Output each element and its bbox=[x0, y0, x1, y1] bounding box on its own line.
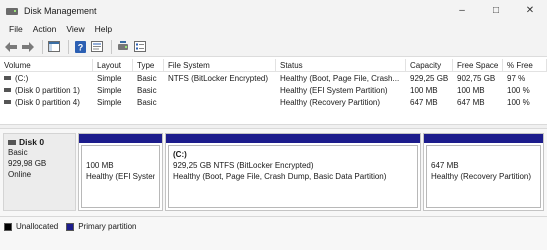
toolbar-separator bbox=[42, 39, 43, 54]
disk-icon bbox=[8, 139, 16, 145]
cell-capacity: 647 MB bbox=[410, 97, 438, 107]
legend-primary: Primary partition bbox=[66, 222, 137, 231]
legend: Unallocated Primary partition bbox=[0, 216, 547, 250]
menu-action[interactable]: Action bbox=[28, 24, 62, 34]
partition-size: 647 MB bbox=[431, 161, 459, 170]
column-header-free-space[interactable]: Free Space bbox=[453, 59, 503, 71]
cell-capacity: 100 MB bbox=[410, 85, 438, 95]
cell-free-space: 100 MB bbox=[457, 85, 485, 95]
legend-primary-label: Primary partition bbox=[78, 222, 137, 231]
table-row[interactable]: (Disk 0 partition 4) Simple Basic Health… bbox=[0, 96, 547, 108]
partition-size: 100 MB bbox=[86, 161, 114, 170]
minimize-button[interactable]: – bbox=[445, 0, 479, 21]
column-header-capacity[interactable]: Capacity bbox=[406, 59, 453, 71]
maximize-button[interactable]: □ bbox=[479, 0, 513, 21]
rescan-disks-icon[interactable] bbox=[116, 40, 130, 54]
cell-type: Basic bbox=[137, 73, 157, 83]
column-header-type[interactable]: Type bbox=[133, 59, 164, 71]
title-bar: Disk Management – □ ✕ bbox=[0, 0, 547, 21]
forward-icon[interactable] bbox=[21, 40, 35, 54]
partition-efi[interactable]: 100 MB Healthy (EFI System bbox=[78, 133, 163, 211]
partition-status: Healthy (EFI System bbox=[86, 172, 155, 181]
cell-percent-free: 100 % bbox=[507, 97, 530, 107]
cell-file-system: NTFS (BitLocker Encrypted) bbox=[168, 73, 269, 83]
partition-bar bbox=[424, 134, 543, 143]
partition-c[interactable]: (C:) 929,25 GB NTFS (BitLocker Encrypted… bbox=[165, 133, 421, 211]
menu-help[interactable]: Help bbox=[90, 24, 117, 34]
primary-partition-swatch bbox=[66, 222, 75, 231]
table-row[interactable]: (C:) Simple Basic NTFS (BitLocker Encryp… bbox=[0, 72, 547, 84]
table-row[interactable]: (Disk 0 partition 1) Simple Basic Health… bbox=[0, 84, 547, 96]
menu-view[interactable]: View bbox=[61, 24, 89, 34]
cell-file-system bbox=[164, 96, 276, 108]
column-header-layout[interactable]: Layout bbox=[93, 59, 133, 71]
close-button[interactable]: ✕ bbox=[513, 0, 547, 21]
disk-management-icon bbox=[6, 5, 18, 17]
toolbar-separator bbox=[68, 39, 69, 54]
column-header-volume[interactable]: Volume bbox=[0, 59, 93, 71]
cell-layout: Simple bbox=[97, 73, 122, 83]
volume-icon bbox=[4, 100, 11, 104]
cell-type: Basic bbox=[137, 85, 157, 95]
back-icon[interactable] bbox=[4, 40, 18, 54]
column-header-percent-free[interactable]: % Free bbox=[503, 59, 547, 71]
cell-volume: (C:) bbox=[15, 73, 29, 83]
partition-bar bbox=[166, 134, 420, 143]
disk-status: Online bbox=[8, 170, 32, 179]
cell-free-space: 902,75 GB bbox=[457, 73, 496, 83]
cell-layout: Simple bbox=[97, 85, 122, 95]
partition-status: Healthy (Boot, Page File, Crash Dump, Ba… bbox=[173, 172, 387, 181]
cell-free-space: 647 MB bbox=[457, 97, 485, 107]
volume-icon bbox=[4, 76, 11, 80]
cell-volume: (Disk 0 partition 4) bbox=[15, 97, 80, 107]
menu-file[interactable]: File bbox=[4, 24, 28, 34]
cell-percent-free: 100 % bbox=[507, 85, 530, 95]
cell-status: Healthy (Boot, Page File, Crash... bbox=[280, 73, 400, 83]
column-header-status[interactable]: Status bbox=[276, 59, 406, 71]
cell-status: Healthy (EFI System Partition) bbox=[280, 85, 388, 95]
partition-title: (C:) bbox=[173, 150, 187, 159]
disk-size: 929,98 GB bbox=[8, 159, 47, 168]
disk-info-panel[interactable]: Disk 0 Basic 929,98 GB Online bbox=[3, 133, 76, 211]
cell-type: Basic bbox=[137, 97, 157, 107]
cell-capacity: 929,25 GB bbox=[410, 73, 449, 83]
cell-percent-free: 97 % bbox=[507, 73, 526, 83]
properties-icon[interactable] bbox=[90, 40, 104, 54]
disk-map: Disk 0 Basic 929,98 GB Online 100 MB Hea… bbox=[0, 129, 547, 216]
partition-status: Healthy (Recovery Partition) bbox=[431, 172, 532, 181]
disk-name: Disk 0 bbox=[19, 137, 45, 147]
console-tree-icon[interactable] bbox=[47, 40, 61, 54]
toolbar-separator bbox=[111, 39, 112, 54]
partition-size: 929,25 GB NTFS (BitLocker Encrypted) bbox=[173, 161, 314, 170]
cell-volume: (Disk 0 partition 1) bbox=[15, 85, 80, 95]
legend-unallocated: Unallocated bbox=[4, 222, 58, 231]
menu-bar: File Action View Help bbox=[0, 21, 547, 37]
disk-type: Basic bbox=[8, 148, 28, 157]
legend-unallocated-label: Unallocated bbox=[16, 222, 59, 231]
svg-text:?: ? bbox=[77, 42, 83, 52]
volume-list-header: Volume Layout Type File System Status Ca… bbox=[0, 59, 547, 72]
window-title: Disk Management bbox=[24, 5, 97, 16]
disk-list-icon[interactable] bbox=[133, 40, 147, 54]
toolbar: ? bbox=[0, 37, 547, 57]
volume-list: Volume Layout Type File System Status Ca… bbox=[0, 59, 547, 121]
unallocated-swatch bbox=[4, 222, 12, 231]
cell-layout: Simple bbox=[97, 97, 122, 107]
cell-status: Healthy (Recovery Partition) bbox=[280, 97, 381, 107]
volume-icon bbox=[4, 88, 11, 92]
help-icon[interactable]: ? bbox=[73, 40, 87, 54]
partition-recovery[interactable]: 647 MB Healthy (Recovery Partition) bbox=[423, 133, 544, 211]
column-header-file-system[interactable]: File System bbox=[164, 59, 276, 71]
cell-file-system bbox=[164, 84, 276, 96]
partition-bar bbox=[79, 134, 162, 143]
